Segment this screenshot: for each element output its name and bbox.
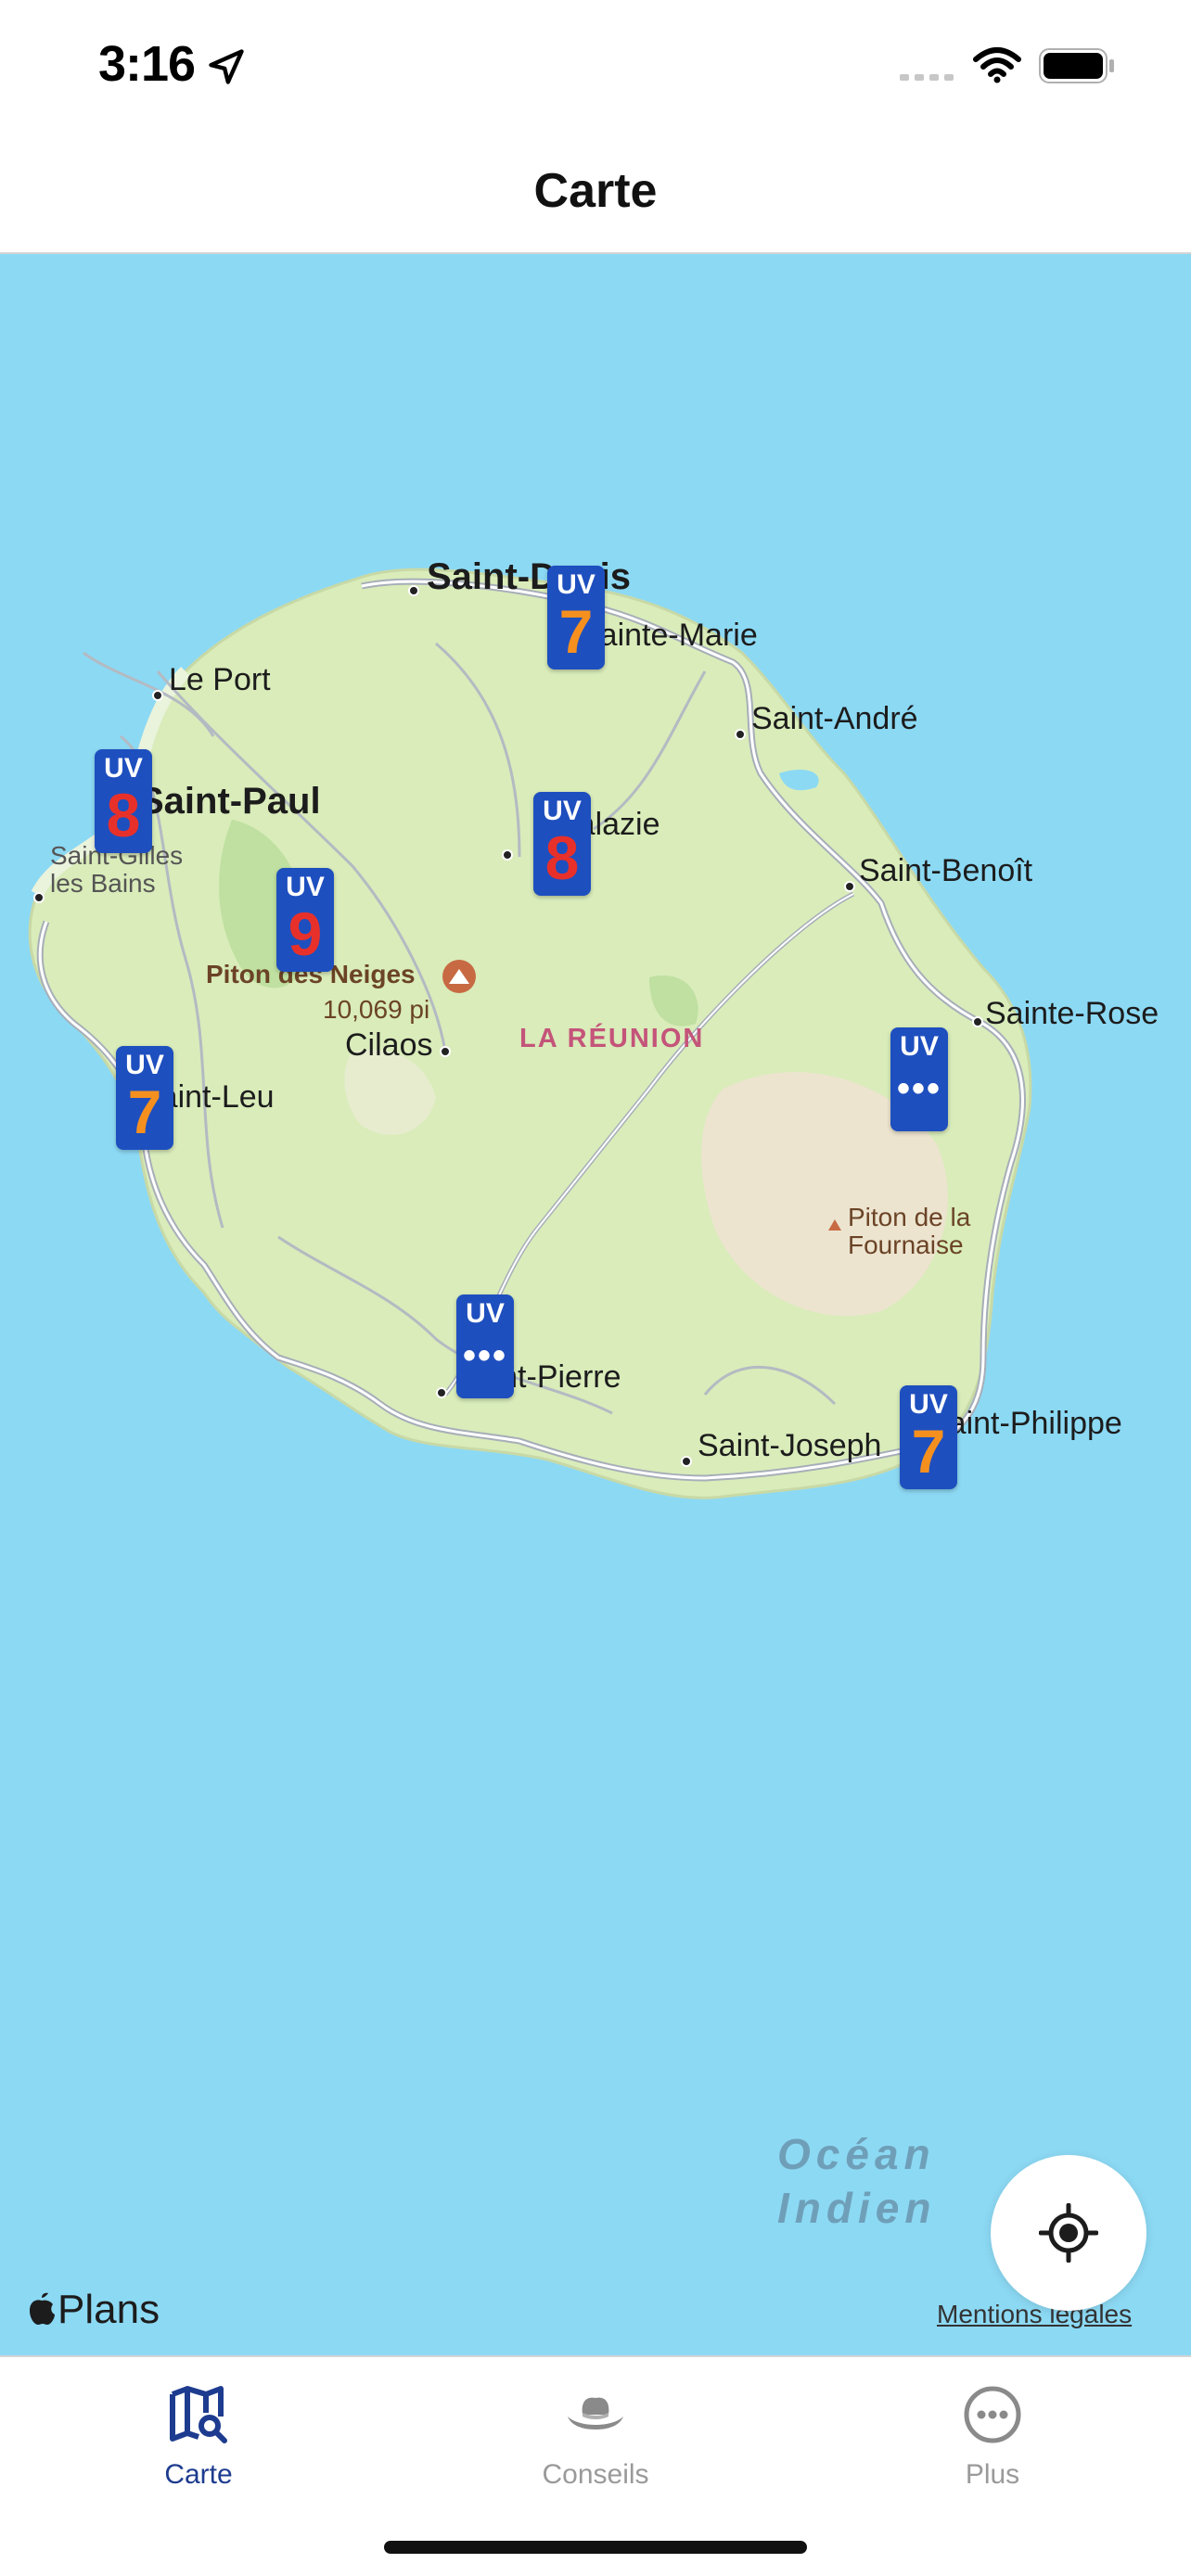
uv-marker-value: 8	[106, 781, 141, 849]
uv-marker-label: UV	[125, 1050, 164, 1080]
uv-marker-salazie[interactable]: UV 8	[533, 792, 591, 896]
place-label-cilaos: Cilaos	[345, 1027, 433, 1063]
town-dot-cilaos	[440, 1046, 451, 1057]
volcano-triangle-icon	[828, 1219, 841, 1231]
navigation-bar: Carte	[0, 130, 1191, 254]
uv-marker-value: 9	[288, 899, 323, 968]
town-dot-saint-denis	[408, 585, 419, 596]
town-dot-salazie	[502, 849, 513, 861]
apple-logo-icon	[30, 2292, 55, 2325]
cellular-signal-icon	[900, 74, 954, 81]
locate-me-button[interactable]	[991, 2155, 1146, 2311]
uv-marker-saint-denis[interactable]: UV 7	[547, 566, 605, 670]
battery-icon	[1039, 48, 1114, 83]
uv-marker-label: UV	[900, 1031, 939, 1062]
uv-marker-value: 8	[544, 823, 580, 892]
tab-carte[interactable]: Carte	[0, 2357, 397, 2496]
uv-marker-saint-philippe[interactable]: UV 7	[900, 1385, 957, 1489]
ocean-label: Océan Indien	[777, 2130, 937, 2232]
town-dot-saint-gilles	[33, 892, 45, 903]
tab-label: Conseils	[542, 2459, 649, 2490]
uv-marker-label: UV	[909, 1389, 948, 1420]
crosshair-location-icon	[1039, 2203, 1098, 2263]
place-label-sainte-rose: Sainte-Rose	[985, 996, 1159, 1031]
uv-marker-value: •••	[462, 1335, 507, 1376]
place-label-saint-benoit: Saint-Benoît	[859, 853, 1033, 888]
uv-marker-label: UV	[543, 796, 582, 826]
status-time: 3:16	[98, 36, 196, 92]
place-label-sainte-marie: Sainte-Marie	[579, 618, 758, 653]
town-dot-saint-andre	[735, 729, 746, 740]
place-label-saint-joseph: Saint-Joseph	[698, 1428, 882, 1463]
legal-notices-link[interactable]: Mentions légales	[937, 2300, 1132, 2329]
uv-marker-value: •••	[896, 1068, 941, 1109]
location-arrow-icon	[209, 49, 244, 84]
page-title: Carte	[533, 164, 658, 218]
uv-marker-label: UV	[104, 753, 143, 784]
maps-attribution-text: Plans	[58, 2287, 160, 2332]
uv-marker-saint-pierre[interactable]: UV •••	[456, 1294, 514, 1398]
town-dot-saint-joseph	[681, 1456, 692, 1467]
uv-marker-piton-des-neiges[interactable]: UV 9	[276, 868, 334, 972]
uv-marker-saint-paul[interactable]: UV 8	[95, 749, 152, 853]
home-indicator[interactable]	[384, 2541, 807, 2554]
town-dot-saint-pierre	[436, 1387, 447, 1398]
mountain-peak-icon	[442, 960, 476, 993]
tab-label: Plus	[965, 2459, 1020, 2490]
hat-icon	[568, 2397, 623, 2429]
region-label-la-reunion: LA RÉUNION	[519, 1024, 705, 1053]
place-label-piton-elevation: 10,069 pi	[323, 995, 430, 1024]
tab-conseils[interactable]: Conseils	[397, 2357, 794, 2496]
uv-marker-value: 7	[911, 1417, 946, 1486]
uv-marker-label: UV	[286, 872, 325, 902]
apple-maps-logo: Plans	[26, 2287, 160, 2333]
wifi-icon	[973, 47, 1021, 83]
status-bar: 3:16	[0, 0, 1191, 130]
uv-marker-value: 7	[127, 1078, 162, 1146]
uv-marker-label: UV	[466, 1298, 505, 1329]
uv-marker-saint-leu[interactable]: UV 7	[116, 1046, 173, 1150]
uv-marker-label: UV	[557, 569, 596, 600]
uv-marker-value: 7	[558, 597, 594, 666]
map-search-icon	[170, 2386, 227, 2443]
town-dot-le-port	[152, 690, 163, 701]
town-dot-saint-benoit	[844, 881, 855, 892]
place-label-piton-de-la-fournaise: Piton de la Fournaise	[848, 1203, 971, 1259]
place-label-saint-andre: Saint-André	[751, 701, 918, 736]
map-view[interactable]: Saint-Denis Sainte-Marie Le Port Saint-A…	[0, 254, 1191, 2355]
tab-plus[interactable]: Plus	[794, 2357, 1191, 2496]
uv-marker-sainte-rose[interactable]: UV •••	[890, 1027, 948, 1131]
place-label-saint-paul: Saint-Paul	[139, 781, 321, 822]
place-label-le-port: Le Port	[169, 662, 271, 697]
town-dot-sainte-rose	[972, 1016, 983, 1027]
more-icon	[964, 2386, 1021, 2443]
tab-label: Carte	[164, 2459, 233, 2490]
